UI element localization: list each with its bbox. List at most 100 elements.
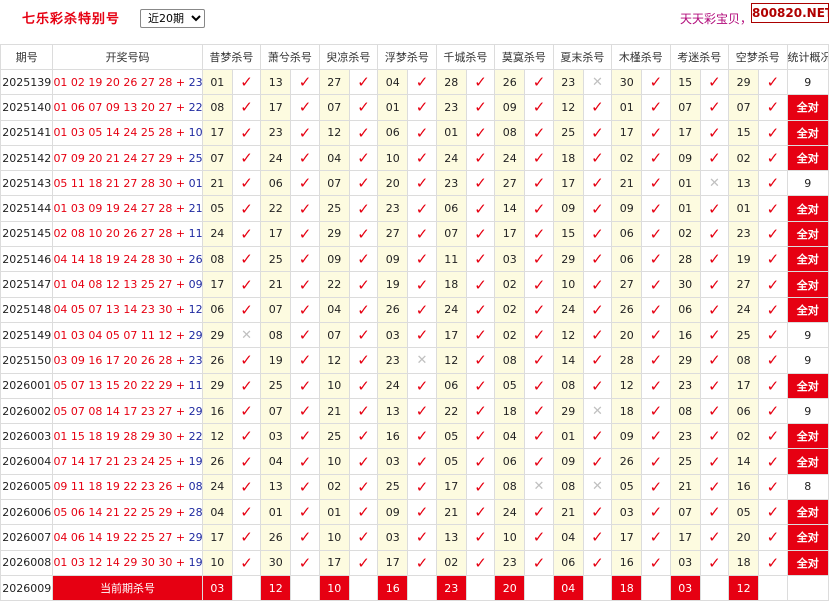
check-icon: ✓ (766, 123, 780, 142)
kill-number-cell: 25 (552, 119, 584, 146)
check-icon: ✓ (240, 123, 253, 142)
check-icon: ✓ (240, 73, 253, 92)
draw-main-numbers: 01 03 05 14 24 25 28 (53, 126, 173, 140)
draw-main-numbers: 01 02 19 20 26 27 28 (53, 75, 173, 89)
kill-number-cell: 25 (318, 423, 350, 450)
result-cell: ✓ (465, 220, 496, 248)
kill-number-cell: 13 (728, 170, 760, 197)
check-icon: ✓ (357, 73, 370, 92)
check-icon: ✓ (649, 376, 663, 395)
result-cell: ✓ (348, 372, 379, 399)
draw-numbers-cell: 07 14 17 21 23 24 25 + 19 (52, 448, 203, 475)
kill-number-cell: 15 (552, 220, 584, 248)
check-icon: ✓ (708, 275, 721, 294)
result-cell: ✓ (290, 448, 320, 475)
kill-number-cell: 04 (260, 448, 292, 475)
kill-number-cell: 20 (728, 524, 760, 551)
kill-number-cell: 13 (377, 397, 409, 425)
check-icon: ✓ (357, 98, 370, 117)
plus-separator: + (172, 328, 189, 342)
kill-number-cell: 01 (318, 499, 350, 526)
stat-cell: 全对 (786, 94, 829, 121)
kill-number-cell: 24 (201, 473, 233, 501)
draw-special-number: 10 (188, 126, 203, 140)
table-row: 2025145 02 08 10 20 26 27 28 + 11 24 ✓ 17 ✓ 29… (0, 220, 829, 248)
plus-separator: + (172, 404, 189, 418)
check-icon: ✓ (532, 351, 546, 370)
check-icon: ✓ (415, 477, 429, 496)
check-icon: ✓ (766, 98, 780, 117)
period-filter-select[interactable]: 近20期 (140, 9, 205, 28)
check-icon: ✓ (357, 477, 370, 496)
check-icon: ✓ (649, 199, 663, 218)
kill-number-cell: 23 (552, 68, 584, 96)
result-cell: ✓ (582, 220, 613, 248)
kill-number-cell: 10 (318, 524, 350, 551)
current-kill-label: 当前期杀号 (52, 574, 203, 602)
check-icon: ✓ (591, 528, 604, 547)
result-cell: ✓ (699, 271, 730, 298)
kill-number-cell: 02 (611, 144, 643, 172)
check-icon: ✓ (357, 351, 370, 370)
draw-special-number: 11 (188, 227, 203, 241)
check-icon: ✓ (649, 427, 663, 446)
draw-numbers-cell: 01 02 19 20 26 27 28 + 23 (52, 68, 203, 96)
kill-number-cell: 26 (611, 448, 643, 475)
kill-number-cell: 30 (611, 68, 643, 96)
check-icon: ✓ (591, 503, 604, 522)
kill-number-cell: 12 (552, 94, 584, 121)
stat-cell: 9 (786, 321, 829, 349)
check-icon: ✓ (415, 98, 429, 117)
kill-number-cell: 03 (611, 499, 643, 526)
check-icon: ✓ (532, 376, 546, 395)
check-icon: ✓ (474, 376, 487, 395)
check-icon: ✓ (415, 427, 429, 446)
result-cell: ✓ (641, 220, 671, 248)
site-badge[interactable]: 800820.NET (751, 3, 829, 23)
check-icon: ✓ (532, 250, 546, 269)
check-icon: ✓ (474, 402, 487, 420)
check-icon: ✓ (474, 528, 487, 547)
check-icon: ✓ (766, 73, 780, 92)
check-icon: ✓ (591, 553, 604, 572)
result-cell: ✓ (348, 119, 379, 146)
result-cell: ✓ (699, 94, 730, 121)
result-cell: ✓ (699, 473, 730, 501)
column-header: 开奖号码 (52, 44, 203, 70)
result-cell: ✓ (231, 246, 262, 273)
table-row: 2025147 01 04 08 12 13 25 27 + 09 17 ✓ 21 ✓ 22… (0, 271, 829, 298)
result-cell: ✓ (699, 549, 730, 576)
result-cell: ✓ (290, 68, 320, 96)
draw-main-numbers: 01 03 12 14 29 30 30 (53, 556, 173, 570)
result-cell: ✓ (348, 347, 379, 374)
kill-number-cell: 09 (552, 448, 584, 475)
result-cell: ✓ (465, 372, 496, 399)
stat-cell: 全对 (786, 220, 829, 248)
draw-main-numbers: 03 09 16 17 20 26 28 (53, 353, 173, 367)
result-cell: ✓ (290, 499, 320, 526)
kill-number-cell: 17 (552, 170, 584, 197)
kill-number-cell: 02 (669, 220, 701, 248)
kill-number-cell: 17 (377, 549, 409, 576)
current-kill-number: 16 (377, 574, 409, 602)
result-cell: ✓ (290, 549, 320, 576)
check-icon: ✓ (708, 402, 721, 420)
kill-number-cell: 06 (260, 170, 292, 197)
result-cell: ✓ (465, 448, 496, 475)
kill-number-cell: 17 (318, 549, 350, 576)
period-cell: 2026005 (0, 473, 54, 501)
check-icon: ✓ (415, 123, 429, 142)
stat-cell: 全对 (786, 144, 829, 172)
check-icon: ✓ (415, 224, 429, 243)
result-cell: ✓ (348, 271, 379, 298)
kill-number-cell: 23 (377, 347, 409, 374)
kill-number-cell: 01 (260, 499, 292, 526)
kill-number-cell: 03 (669, 549, 701, 576)
check-icon: ✓ (298, 326, 312, 345)
kill-number-cell: 17 (435, 321, 467, 349)
result-cell: ✓ (231, 195, 262, 222)
kill-number-cell: 21 (318, 397, 350, 425)
result-cell: ✓ (699, 372, 730, 399)
check-icon: ✓ (532, 174, 546, 193)
table-row: 2026008 01 03 12 14 29 30 30 + 19 10 ✓ 30 ✓ 17… (0, 549, 829, 576)
